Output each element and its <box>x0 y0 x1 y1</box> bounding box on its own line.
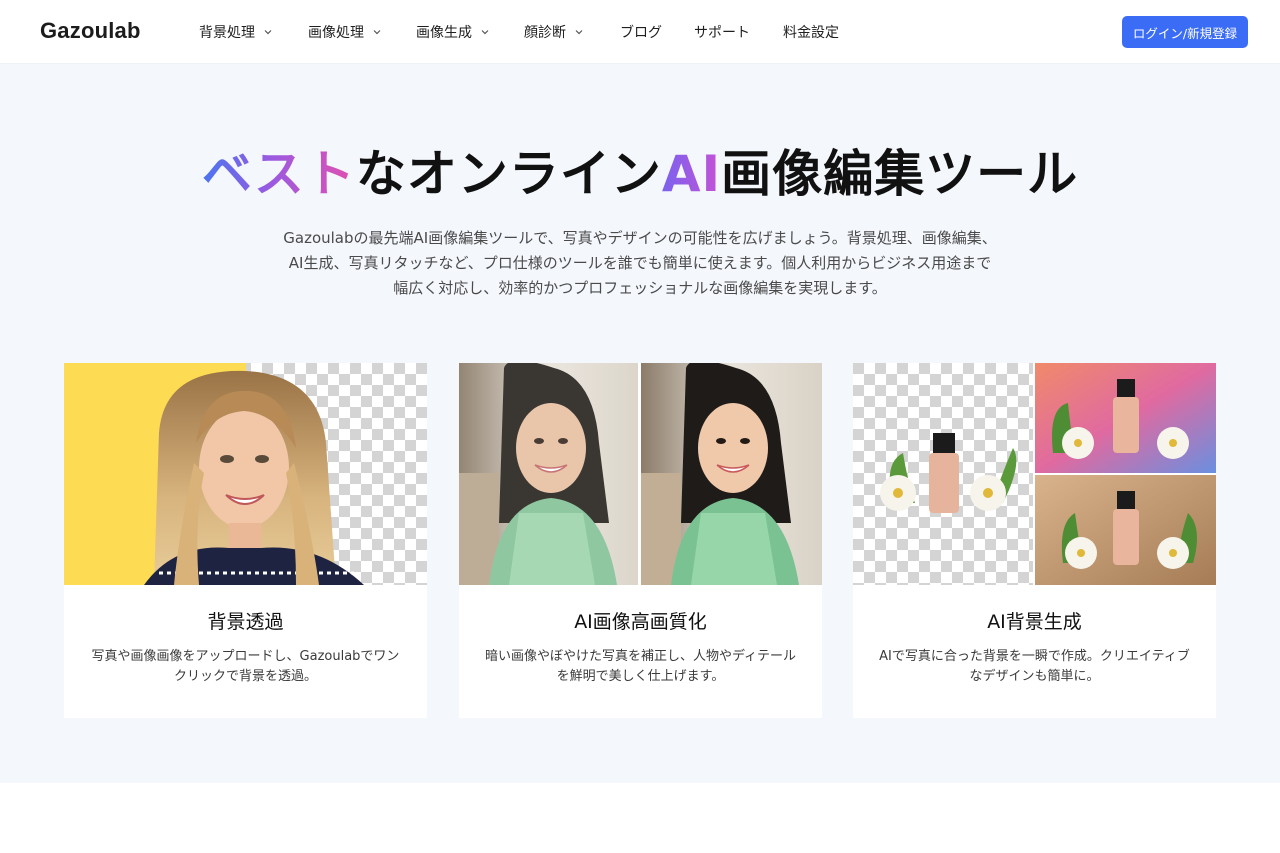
nav-item-pricing[interactable]: 料金設定 <box>783 0 839 64</box>
card-title: AI背景生成 <box>987 611 1082 633</box>
hero-section: ベストなオンラインAI画像編集ツール Gazoulabの最先端AI画像編集ツール… <box>0 64 1280 783</box>
site-header: Gazoulab 背景処理 画像処理 画像生成 顔診断 ブログ サポート 料金設… <box>0 0 1280 64</box>
description-line: Gazoulabの最先端AI画像編集ツールで、写真やデザインの可能性を広げましょ… <box>283 229 997 247</box>
feature-card-ai-upscale[interactable]: AI画像高画質化 暗い画像やぼやけた写真を補正し、人物やディテールを鮮明で美しく… <box>459 363 822 718</box>
hero-description: Gazoulabの最先端AI画像編集ツールで、写真やデザインの可能性を広げましょ… <box>240 226 1040 301</box>
nav-item-label: サポート <box>694 25 750 41</box>
nav-item-image-generation[interactable]: 画像生成 <box>416 0 524 64</box>
ai-upscale-image <box>459 363 822 585</box>
nav-item-face-diagnosis[interactable]: 顔診断 <box>524 0 620 64</box>
title-text: 画像編集ツール <box>721 145 1079 203</box>
card-description: AIで写真に合った背景を一瞬で作成。クリエイティブなデザインも簡単に。 <box>879 649 1190 684</box>
nav-item-background[interactable]: 背景処理 <box>199 0 308 64</box>
background-removal-image <box>64 363 427 585</box>
card-description: 暗い画像やぼやけた写真を補正し、人物やディテールを鮮明で美しく仕上げます。 <box>484 649 797 684</box>
page-title: ベストなオンラインAI画像編集ツール <box>0 134 1280 206</box>
main-nav: 背景処理 画像処理 画像生成 顔診断 ブログ サポート 料金設定 <box>199 0 839 64</box>
nav-item-label: 顔診断 <box>524 25 566 41</box>
nav-item-label: 背景処理 <box>199 25 255 41</box>
chevron-down-icon <box>372 27 382 37</box>
card-description: 写真や画像画像をアップロードし、Gazoulabでワンクリックで背景を透過。 <box>91 649 400 684</box>
card-title: AI画像高画質化 <box>574 611 707 633</box>
nav-item-image-processing[interactable]: 画像処理 <box>308 0 416 64</box>
next-section <box>0 783 1280 853</box>
chevron-down-icon <box>574 27 584 37</box>
description-line: 幅広く対応し、効率的かつプロフェッショナルな画像編集を実現します。 <box>393 279 887 297</box>
title-ai-highlight: AI <box>661 145 722 203</box>
nav-item-blog[interactable]: ブログ <box>620 0 694 64</box>
logo[interactable]: Gazoulab <box>40 18 141 44</box>
feature-card-background-removal[interactable]: 背景透過 写真や画像画像をアップロードし、Gazoulabでワンクリックで背景を… <box>64 363 427 718</box>
login-signup-button[interactable]: ログイン/新規登録 <box>1122 16 1248 48</box>
card-title: 背景透過 <box>207 611 284 633</box>
nav-item-label: 料金設定 <box>783 25 839 41</box>
ai-background-image <box>853 363 1216 585</box>
nav-item-support[interactable]: サポート <box>694 0 783 64</box>
description-line: AI生成、写真リタッチなど、プロ仕様のツールを誰でも簡単に使えます。個人利用から… <box>288 254 992 272</box>
title-text: なオンライン <box>355 145 662 203</box>
chevron-down-icon <box>480 27 490 37</box>
nav-item-label: 画像生成 <box>416 25 472 41</box>
title-highlight: ベスト <box>201 145 356 203</box>
chevron-down-icon <box>263 27 273 37</box>
feature-card-ai-background[interactable]: AI背景生成 AIで写真に合った背景を一瞬で作成。クリエイティブなデザインも簡単… <box>853 363 1216 718</box>
nav-item-label: ブログ <box>620 25 662 41</box>
nav-item-label: 画像処理 <box>308 25 364 41</box>
